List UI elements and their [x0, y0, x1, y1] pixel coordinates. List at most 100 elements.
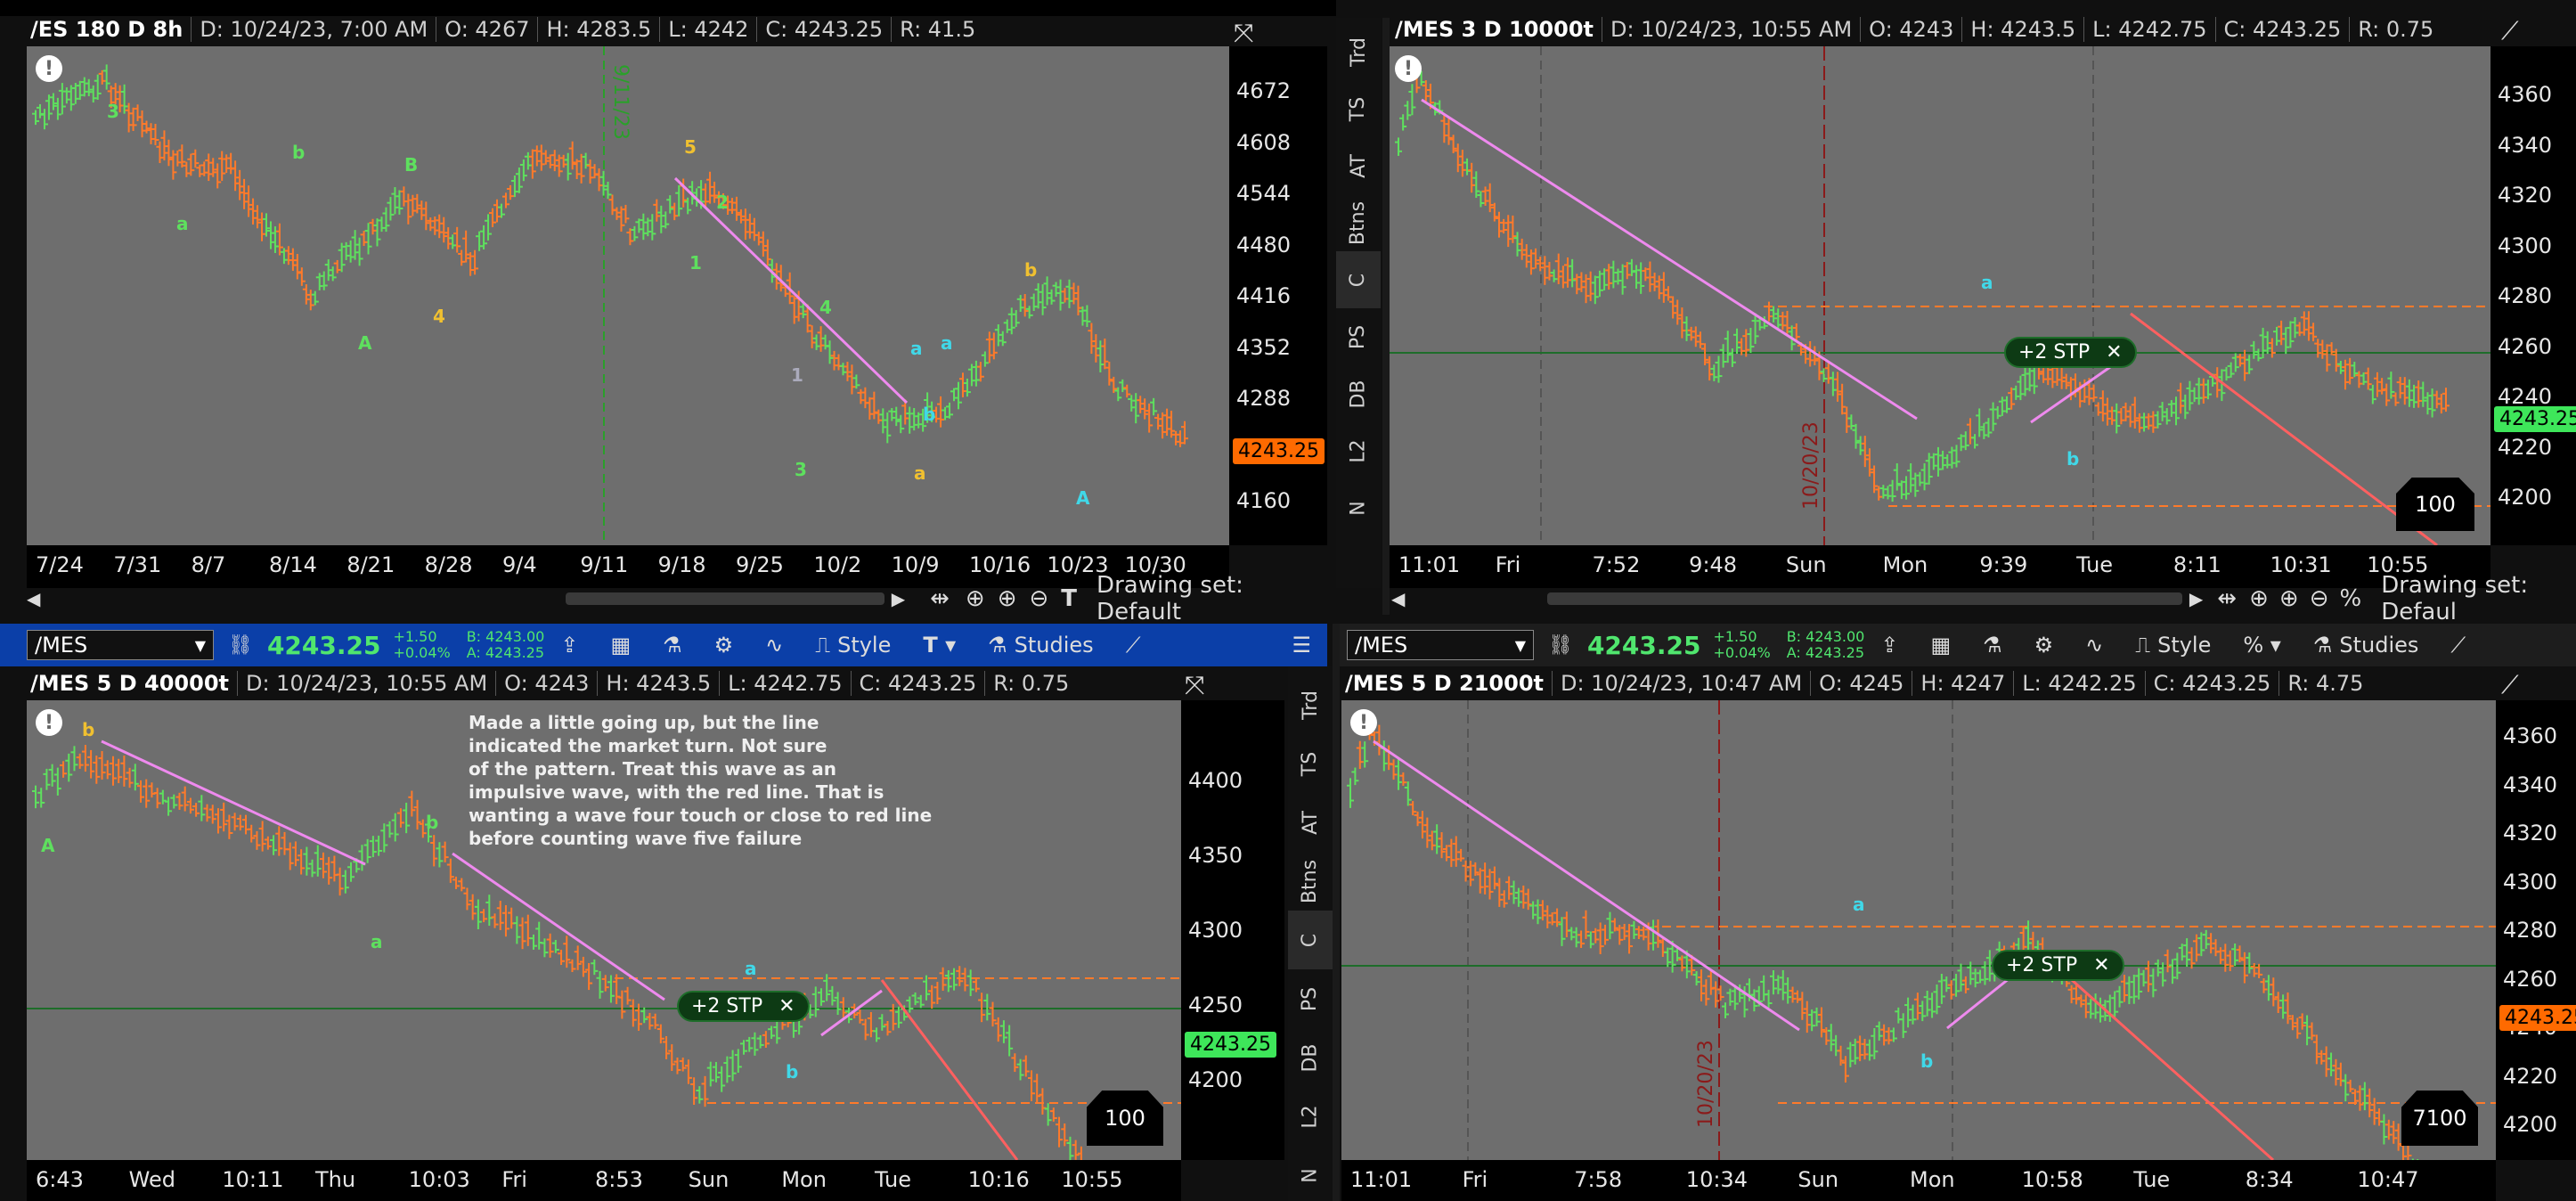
side-tab-c[interactable]: C — [1288, 911, 1333, 969]
side-tab-db[interactable]: DB — [1288, 1028, 1333, 1087]
tl-collapse-icon[interactable]: ⤧ — [1234, 18, 1253, 48]
tl-text-icon[interactable]: T — [1061, 585, 1077, 612]
tr-zoom-in-icon[interactable]: ⊕ — [2279, 585, 2299, 612]
tl-scroll-right-icon[interactable]: ▶ — [892, 588, 905, 609]
bl-gear-icon[interactable]: ⚙ — [698, 633, 750, 658]
side-tab-ts[interactable]: TS — [1336, 80, 1381, 137]
tr-drawing-icon[interactable]: ⟋ — [2501, 16, 2519, 46]
panel-divider[interactable] — [1333, 624, 1340, 1201]
bl-text-tool-icon[interactable]: T ▾ — [907, 633, 972, 658]
tl-x-tick: 8/14 — [269, 552, 317, 577]
side-tab-n[interactable]: N — [1336, 479, 1381, 536]
bl-stop-close-icon[interactable]: ✕ — [779, 995, 795, 1017]
side-tab-n[interactable]: N — [1288, 1146, 1333, 1201]
br-style-menu[interactable]: ⎍ Style — [2119, 633, 2227, 658]
tr-crosshair-icon[interactable]: ⊕ — [2249, 585, 2269, 612]
side-tab-l2[interactable]: L2 — [1288, 1087, 1333, 1146]
panel-divider-top[interactable] — [1382, 18, 1390, 615]
br-flask-icon[interactable]: ⚗ — [1967, 633, 2018, 658]
bl-alert-icon[interactable]: ! — [36, 709, 62, 736]
side-tab-c[interactable]: C — [1336, 251, 1381, 308]
bl-share-icon[interactable]: ⇪ — [544, 633, 594, 658]
tr-drawing-set[interactable]: Drawing set: Defaul — [2381, 572, 2576, 625]
tr-y-tick: 4260 — [2498, 333, 2553, 359]
tl-zoom-out-icon[interactable]: ⊖ — [1030, 585, 1049, 612]
bl-bid: B: 4243.00 — [466, 628, 545, 645]
side-tab-trd[interactable]: Trd — [1288, 675, 1333, 734]
tr-stop-order[interactable]: +2 STP ✕ — [2004, 337, 2137, 368]
tl-alert-icon[interactable]: ! — [36, 55, 62, 82]
bl-wave-icon[interactable]: ∿ — [749, 633, 799, 658]
br-symbol-select[interactable]: /MES ▼ — [1347, 630, 1534, 660]
br-chart-area[interactable]: 10/20/23 a b ! +2 STP ✕ 7100 — [1341, 700, 2496, 1160]
tr-quantity-box[interactable]: 100 — [2396, 478, 2474, 531]
tr-y-tick: 4200 — [2498, 485, 2553, 510]
side-tab-at[interactable]: AT — [1288, 793, 1333, 852]
bl-note-line: impulsive wave, with the red line. That … — [469, 781, 884, 803]
tr-zoom-out-icon[interactable]: ⊖ — [2310, 585, 2329, 612]
side-tab-l2[interactable]: L2 — [1336, 422, 1381, 479]
bl-studies-menu[interactable]: ⚗ Studies — [972, 633, 1110, 658]
tl-chart-title[interactable]: /ES 180 D 8h — [27, 17, 191, 42]
tl-drawing-set[interactable]: Drawing set: Default — [1096, 572, 1327, 625]
side-tab-btns[interactable]: Btns — [1336, 194, 1381, 251]
bl-grid-icon[interactable]: ▦ — [594, 633, 647, 658]
bl-collapse-icon[interactable]: ⤧ — [1185, 670, 1204, 700]
br-drawing-icon[interactable]: ⟋ — [2501, 670, 2519, 700]
tr-expand-icon[interactable]: ⇹ — [2217, 585, 2237, 612]
br-stop-close-icon[interactable]: ✕ — [2093, 954, 2109, 976]
bl-chart-title[interactable]: /MES 5 D 40000t — [27, 671, 237, 696]
tl-scroll-left-icon[interactable]: ◀ — [27, 588, 40, 609]
bl-drawings-icon[interactable]: ⟋ — [1110, 633, 1157, 658]
tl-x-tick: 7/31 — [113, 552, 162, 577]
tl-wave-label: 5 — [684, 136, 697, 158]
bl-stop-order[interactable]: +2 STP ✕ — [677, 991, 810, 1022]
side-tab-ps[interactable]: PS — [1336, 308, 1381, 365]
br-stop-order[interactable]: +2 STP ✕ — [1992, 950, 2124, 981]
bl-quantity-box[interactable]: 100 — [1087, 1091, 1163, 1146]
tl-chart-area[interactable]: 9/11/23 3 b a B A 4 5 2 1 4 1 3 a a b b a A ! — [27, 46, 1229, 545]
bl-style-menu[interactable]: ⎍ Style — [799, 633, 907, 658]
bl-flask-icon[interactable]: ⚗ — [647, 633, 698, 658]
tr-x-tick: 9:48 — [1689, 552, 1738, 577]
tr-scroll-left-icon[interactable]: ◀ — [1391, 588, 1405, 609]
tl-crosshair-icon[interactable]: ⊕ — [966, 585, 985, 612]
tl-zoom-in-icon[interactable]: ⊕ — [998, 585, 1017, 612]
br-share-icon[interactable]: ⇪ — [1864, 633, 1914, 658]
bl-annotation-note[interactable]: Made a little going up, but the line indi… — [469, 711, 932, 850]
br-drawings-icon[interactable]: ⟋ — [2434, 633, 2482, 658]
br-percent-icon[interactable]: % ▾ — [2227, 633, 2296, 658]
br-studies-menu[interactable]: ⚗ Studies — [2297, 633, 2435, 658]
tr-chart-area[interactable]: 10/20/23 a b ! +2 STP ✕ 100 — [1390, 46, 2490, 545]
br-y-tick: 4300 — [2503, 869, 2558, 895]
tr-scrollbar[interactable] — [1547, 592, 2182, 605]
side-tab-btns[interactable]: Btns — [1288, 852, 1333, 911]
tr-stop-close-icon[interactable]: ✕ — [2106, 341, 2122, 364]
side-tab-ts[interactable]: TS — [1288, 734, 1333, 793]
side-tab-label: Btns — [1299, 859, 1322, 903]
side-tab-at[interactable]: AT — [1336, 137, 1381, 194]
side-tab-db[interactable]: DB — [1336, 365, 1381, 422]
bl-symbol-select[interactable]: /MES ▼ — [27, 630, 214, 660]
tr-percent-icon[interactable]: % — [2339, 585, 2361, 612]
br-grid-icon[interactable]: ▦ — [1914, 633, 1967, 658]
side-tab-ps[interactable]: PS — [1288, 969, 1333, 1028]
tl-scrollbar[interactable] — [566, 592, 884, 605]
br-link-icon[interactable]: ⛓ — [1548, 634, 1573, 657]
tr-chart-title[interactable]: /MES 3 D 10000t — [1391, 17, 1602, 42]
tr-alert-icon[interactable]: ! — [1395, 55, 1422, 82]
br-wave-icon[interactable]: ∿ — [2069, 633, 2119, 658]
br-x-tick: 10:34 — [1685, 1167, 1748, 1192]
bl-chart-area[interactable]: b Aa b a b ! Made a little going up, but the… — [27, 700, 1181, 1160]
tl-expand-icon[interactable]: ⇹ — [930, 585, 950, 612]
br-gear-icon[interactable]: ⚙ — [2018, 633, 2070, 658]
br-quantity-box[interactable]: 7100 — [2401, 1091, 2478, 1146]
br-trend-line — [1373, 739, 1800, 1032]
bl-menu-icon[interactable]: ☰ — [1276, 633, 1327, 658]
tr-x-tick: 11:01 — [1398, 552, 1461, 577]
tr-scroll-right-icon[interactable]: ▶ — [2189, 588, 2203, 609]
bl-link-icon[interactable]: ⛓ — [228, 634, 253, 657]
br-alert-icon[interactable]: ! — [1350, 709, 1377, 736]
br-chart-title[interactable]: /MES 5 D 21000t — [1341, 671, 1552, 696]
side-tab-trd[interactable]: Trd — [1336, 23, 1381, 80]
